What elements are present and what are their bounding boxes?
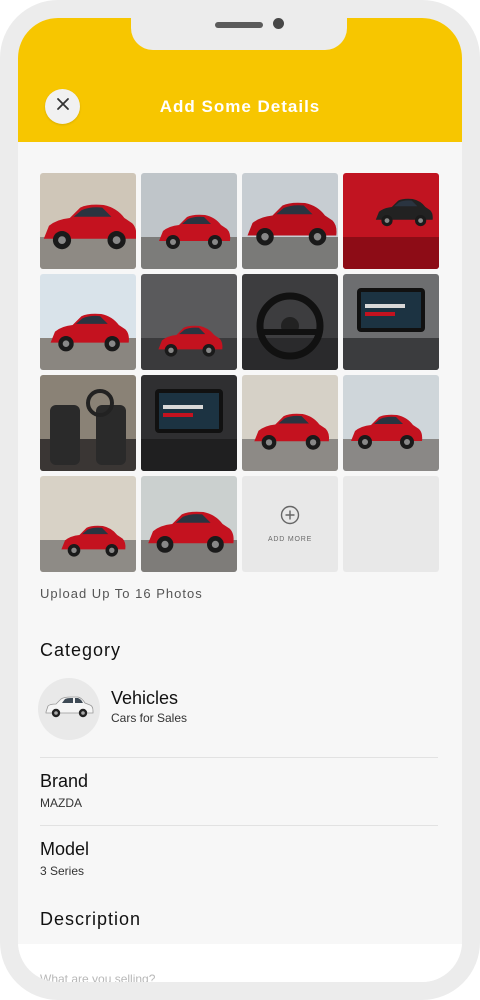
photo-thumbnail[interactable]: [242, 375, 338, 471]
photo-thumbnail[interactable]: [40, 476, 136, 572]
photo-thumbnail[interactable]: [40, 274, 136, 370]
photo-thumbnail[interactable]: [141, 274, 237, 370]
upload-hint: Upload Up To 16 Photos: [40, 586, 203, 601]
photo-grid: ADD MORE: [40, 173, 440, 572]
description-heading: Description: [40, 909, 142, 929]
photo-thumbnail[interactable]: [242, 274, 338, 370]
add-more-label: ADD MORE: [267, 536, 313, 543]
phone-frame: Add Some Details ADD MORE Upload Up To 1…: [0, 0, 480, 1000]
empty-photo-slot[interactable]: [343, 476, 439, 572]
photo-thumbnail[interactable]: [343, 173, 439, 269]
photo-image: [40, 375, 136, 471]
brand-label: Brand: [40, 771, 89, 791]
photo-thumbnail[interactable]: [343, 375, 439, 471]
category-title: Vehicles: [111, 688, 179, 708]
photo-image: [141, 274, 237, 370]
divider: [40, 825, 438, 826]
category-avatar: [38, 678, 100, 740]
page-title: Add Some Details: [159, 97, 321, 116]
photo-thumbnail[interactable]: [141, 173, 237, 269]
photo-thumbnail[interactable]: [141, 375, 237, 471]
brand-value: MAZDA: [40, 796, 82, 810]
photo-image: [343, 274, 439, 370]
front-camera: [273, 18, 284, 29]
photo-image: [141, 375, 237, 471]
photo-image: [242, 274, 338, 370]
category-heading: Category: [40, 640, 122, 660]
description-placeholder: What are you selling?: [40, 972, 156, 986]
photo-thumbnail[interactable]: [40, 375, 136, 471]
model-value: 3 Series: [40, 864, 85, 878]
photo-image: [343, 173, 439, 269]
photo-image: [141, 476, 237, 572]
photo-thumbnail[interactable]: [242, 173, 338, 269]
category-subtitle: Cars for Sales: [111, 711, 188, 725]
car-icon: [43, 694, 95, 725]
photo-image: [141, 173, 237, 269]
photo-image: [40, 476, 136, 572]
photo-thumbnail[interactable]: [40, 173, 136, 269]
speaker-grille: [215, 22, 263, 28]
photo-image: [343, 375, 439, 471]
photo-thumbnail[interactable]: [141, 476, 237, 572]
photo-thumbnail[interactable]: [343, 274, 439, 370]
photo-image: [242, 375, 338, 471]
photo-image: [242, 173, 338, 269]
photo-image: [40, 173, 136, 269]
plus-circle-icon: [280, 505, 300, 530]
model-label: Model: [40, 839, 90, 859]
add-more-button[interactable]: ADD MORE: [242, 476, 338, 572]
photo-image: [40, 274, 136, 370]
device-notch: [131, 18, 347, 50]
divider: [40, 757, 438, 758]
app-header: Add Some Details: [18, 18, 462, 142]
